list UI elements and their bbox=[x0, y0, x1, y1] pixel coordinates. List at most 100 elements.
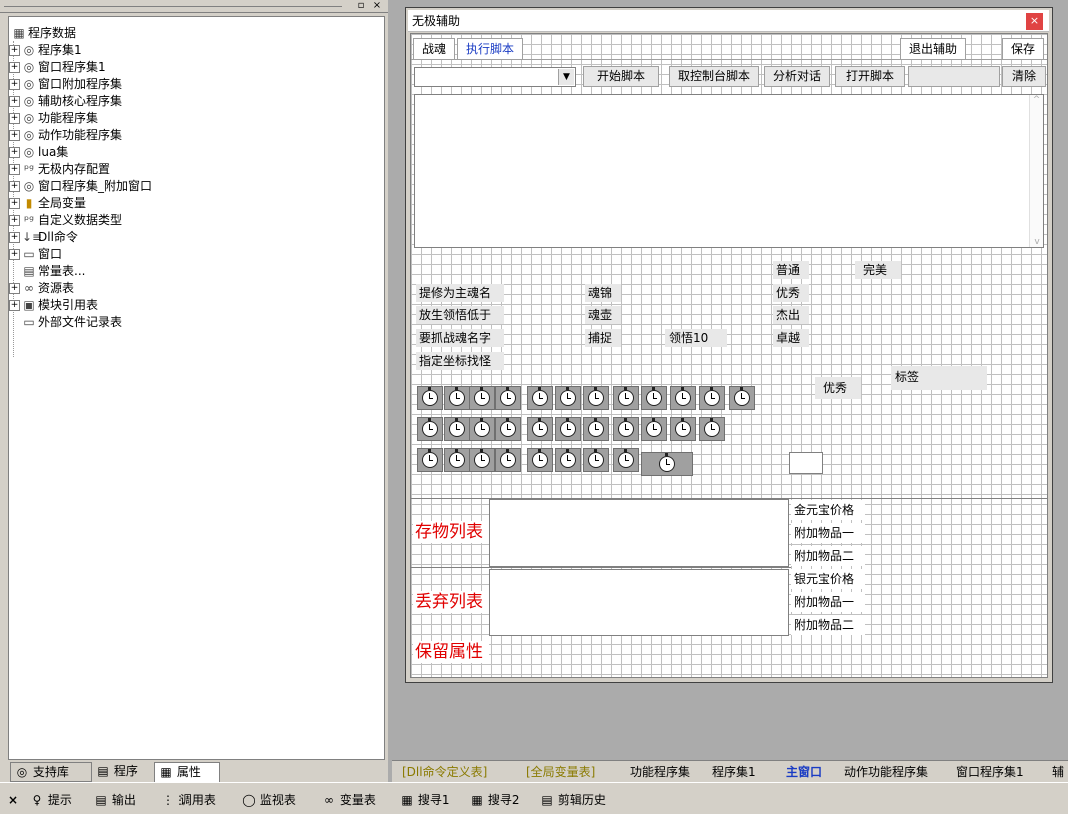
tree-item[interactable]: + ◎ 窗口附加程序集 bbox=[9, 76, 122, 93]
timer-icon[interactable] bbox=[670, 417, 696, 441]
expand-icon[interactable]: + bbox=[9, 164, 20, 175]
expand-icon[interactable]: + bbox=[9, 79, 20, 90]
timer-icon[interactable] bbox=[613, 417, 639, 441]
tab-function-module[interactable]: 功能程序集 bbox=[630, 763, 690, 781]
status-tab-variable-table[interactable]: ∞ 变量表 bbox=[322, 791, 376, 809]
tab-main-window[interactable]: 主窗口 bbox=[786, 763, 822, 781]
discard-list[interactable] bbox=[489, 569, 789, 636]
tree-item[interactable]: + ᵖᵍ 无极内存配置 bbox=[9, 161, 110, 178]
expand-icon[interactable]: + bbox=[9, 130, 20, 141]
timer-icon[interactable] bbox=[527, 448, 553, 472]
status-tab-watch-table[interactable]: ◯ 监视表 bbox=[242, 791, 296, 809]
expand-icon[interactable]: + bbox=[9, 62, 20, 73]
tree-item[interactable]: + ↓≡Dll命令 bbox=[9, 229, 78, 246]
tree-item[interactable]: + ◎ 窗口程序集_附加窗口 bbox=[9, 178, 152, 195]
storage-list[interactable] bbox=[489, 499, 789, 567]
tree-item[interactable]: + ▭ 窗口 bbox=[9, 246, 62, 263]
timer-icon[interactable] bbox=[495, 448, 521, 472]
timer-icon[interactable] bbox=[469, 448, 495, 472]
expand-icon[interactable]: + bbox=[9, 300, 20, 311]
scroll-up-icon[interactable]: ^ bbox=[1030, 95, 1043, 105]
close-icon[interactable]: × bbox=[1026, 13, 1043, 30]
small-input-box[interactable] bbox=[789, 452, 823, 474]
tree-item[interactable]: + ᵖᵍ 自定义数据类型 bbox=[9, 212, 122, 229]
tab-support-library[interactable]: ◎ 支持库 bbox=[10, 762, 92, 782]
vertical-scrollbar[interactable]: ^ v bbox=[1029, 95, 1043, 247]
timer-icon[interactable] bbox=[444, 386, 470, 410]
status-tab-tips[interactable]: ♀ 提示 bbox=[30, 791, 72, 809]
timer-icon[interactable] bbox=[729, 386, 755, 410]
timer-icon[interactable] bbox=[613, 448, 639, 472]
timer-icon[interactable] bbox=[699, 386, 725, 410]
tree-item[interactable]: + ◎ 程序集1 bbox=[9, 42, 82, 59]
timer-icon[interactable] bbox=[670, 386, 696, 410]
expand-icon[interactable]: + bbox=[9, 232, 20, 243]
timer-icon[interactable] bbox=[555, 448, 581, 472]
save-button[interactable]: 保存 bbox=[1002, 38, 1044, 60]
timer-icon[interactable] bbox=[444, 417, 470, 441]
tree-item[interactable]: + ◎ 辅助核心程序集 bbox=[9, 93, 122, 110]
close-output-icon[interactable]: × bbox=[8, 791, 18, 809]
expand-icon[interactable]: + bbox=[9, 181, 20, 192]
timer-icon[interactable] bbox=[699, 417, 725, 441]
tab-window-module-1[interactable]: 窗口程序集1 bbox=[956, 763, 1024, 781]
tree-item[interactable]: + ◎ 动作功能程序集 bbox=[9, 127, 122, 144]
script-combo[interactable]: ▼ bbox=[414, 67, 576, 87]
status-tab-search-1[interactable]: ▦ 搜寻1 bbox=[400, 791, 449, 809]
timer-icon[interactable] bbox=[641, 417, 667, 441]
status-tab-search-2[interactable]: ▦ 搜寻2 bbox=[470, 791, 519, 809]
expand-icon[interactable]: + bbox=[9, 249, 20, 260]
timer-icon[interactable] bbox=[583, 386, 609, 410]
restore-icon[interactable]: ▫ bbox=[354, 0, 368, 12]
status-tab-output[interactable]: ▤ 输出 bbox=[94, 791, 136, 809]
expand-icon[interactable]: + bbox=[9, 198, 20, 209]
tree-item[interactable]: ▭ 外部文件记录表 bbox=[22, 314, 122, 331]
tab-module-1[interactable]: 程序集1 bbox=[712, 763, 756, 781]
expand-icon[interactable]: + bbox=[9, 113, 20, 124]
tab-war-soul[interactable]: 战魂 bbox=[413, 38, 456, 59]
tab-global-variable-table[interactable]: [全局变量表] bbox=[526, 763, 595, 781]
timer-icon[interactable] bbox=[613, 386, 639, 410]
tree-item[interactable]: + ◎ 功能程序集 bbox=[9, 110, 98, 127]
expand-icon[interactable]: + bbox=[9, 96, 20, 107]
timer-icon[interactable] bbox=[527, 417, 553, 441]
console-script-button[interactable]: 取控制台脚本 bbox=[669, 66, 759, 87]
tab-properties[interactable]: ▦ 属性 bbox=[154, 762, 220, 782]
timer-icon[interactable] bbox=[417, 417, 443, 441]
tree-item[interactable]: + ∞ 资源表 bbox=[9, 280, 74, 297]
analyze-dialog-button[interactable]: 分析对话 bbox=[764, 66, 830, 87]
timer-icon[interactable] bbox=[469, 417, 495, 441]
timer-icon[interactable] bbox=[495, 417, 521, 441]
open-script-button[interactable]: 打开脚本 bbox=[835, 66, 905, 87]
tree-item[interactable]: ▤ 常量表... bbox=[22, 263, 85, 280]
tab-action-module[interactable]: 动作功能程序集 bbox=[844, 763, 928, 781]
status-tab-clip-history[interactable]: ▤ 剪辑历史 bbox=[540, 791, 606, 809]
close-panel-icon[interactable]: × bbox=[370, 0, 384, 12]
tree-item[interactable]: + ◎ lua集 bbox=[9, 144, 68, 161]
tree-item[interactable]: + ▮ 全局变量 bbox=[9, 195, 86, 212]
tree-root[interactable]: ▦ 程序数据 bbox=[12, 25, 76, 42]
timer-icon[interactable] bbox=[469, 386, 495, 410]
timer-icon[interactable] bbox=[641, 452, 693, 476]
expand-icon[interactable]: + bbox=[9, 45, 20, 56]
expand-icon[interactable]: + bbox=[9, 283, 20, 294]
clear-button[interactable]: 清除 bbox=[1002, 66, 1046, 87]
exit-assist-button[interactable]: 退出辅助 bbox=[900, 38, 966, 60]
tab-program[interactable]: ▤ 程序 bbox=[92, 762, 154, 782]
script-textarea[interactable]: ^ v bbox=[414, 94, 1044, 248]
scroll-down-icon[interactable]: v bbox=[1030, 237, 1044, 247]
timer-icon[interactable] bbox=[495, 386, 521, 410]
timer-icon[interactable] bbox=[583, 448, 609, 472]
timer-icon[interactable] bbox=[417, 448, 443, 472]
timer-icon[interactable] bbox=[641, 386, 667, 410]
expand-icon[interactable]: + bbox=[9, 147, 20, 158]
expand-icon[interactable]: + bbox=[9, 215, 20, 226]
tree-item[interactable]: + ▣ 模块引用表 bbox=[9, 297, 98, 314]
timer-icon[interactable] bbox=[583, 417, 609, 441]
timer-icon[interactable] bbox=[444, 448, 470, 472]
status-tab-call-table[interactable]: ⋮⋮ 调用表 bbox=[162, 791, 216, 809]
chevron-down-icon[interactable]: ▼ bbox=[558, 69, 574, 85]
timer-icon[interactable] bbox=[555, 386, 581, 410]
tab-execute-script[interactable]: 执行脚本 bbox=[457, 38, 524, 59]
tree-item[interactable]: + ◎ 窗口程序集1 bbox=[9, 59, 106, 76]
